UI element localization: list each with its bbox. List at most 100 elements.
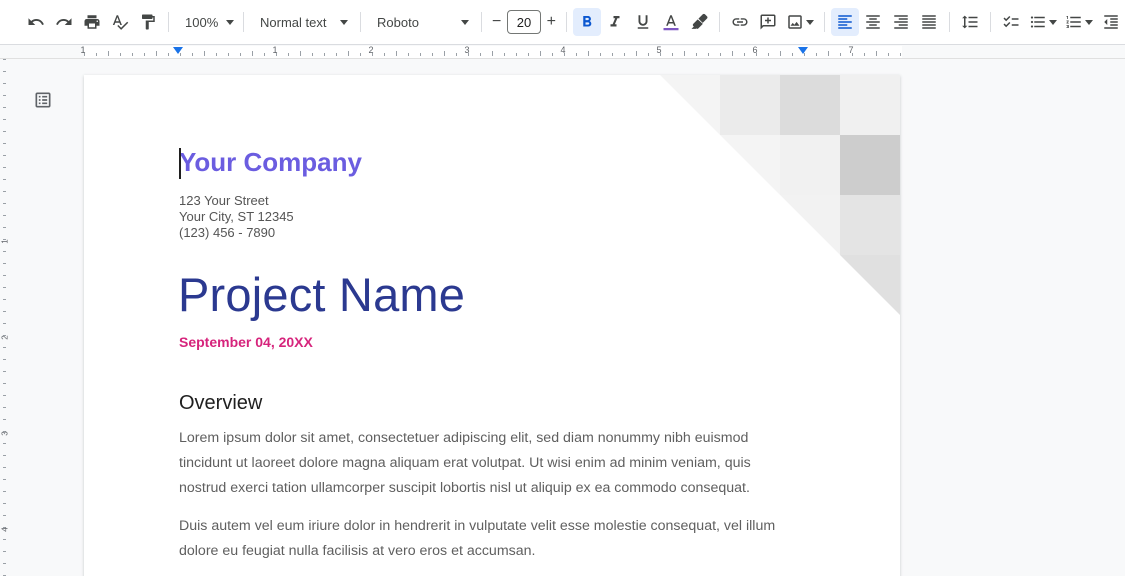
redo-button[interactable] (50, 8, 78, 36)
ruler-tick (96, 53, 97, 56)
document-outline-button[interactable] (30, 87, 56, 113)
justify-button[interactable] (915, 8, 943, 36)
vruler-tick (3, 539, 6, 540)
underline-button[interactable] (629, 8, 657, 36)
image-icon (788, 15, 802, 29)
company-name[interactable]: Your Company (179, 147, 362, 178)
checklist-button[interactable] (997, 8, 1025, 36)
vruler-tick (3, 443, 6, 444)
ruler-tick (492, 51, 493, 56)
insert-image-button[interactable] (782, 8, 818, 36)
vruler-number: 3 (0, 431, 10, 436)
vruler-tick (3, 299, 6, 300)
line-spacing-button[interactable] (956, 8, 984, 36)
toolbar-divider (565, 12, 567, 32)
ruler-tick (612, 53, 613, 56)
align-left-icon (838, 15, 852, 29)
align-left-button[interactable] (830, 8, 859, 36)
vruler-tick (3, 359, 6, 360)
section-heading[interactable]: Overview (179, 392, 262, 415)
paragraph-line[interactable]: dolore eu feugiat nulla facilisis at ver… (179, 539, 819, 564)
address-line[interactable]: (123) 456 - 7890 (179, 225, 275, 241)
spellcheck-button[interactable] (106, 8, 134, 36)
decrease-font-size-button[interactable]: − (488, 10, 505, 34)
ruler-tick (384, 53, 385, 56)
paint-format-button[interactable] (134, 8, 162, 36)
vruler-tick (3, 83, 6, 84)
font-value: Roboto (377, 14, 419, 30)
document-page[interactable]: Your Company 123 Your Street Your City, … (84, 75, 900, 576)
print-icon (84, 15, 100, 29)
ruler-tick (240, 53, 241, 56)
ruler-number: 3 (464, 45, 470, 55)
right-indent-marker[interactable] (798, 47, 808, 54)
vruler-tick (3, 95, 6, 96)
vruler-tick (3, 491, 6, 492)
add-comment-button[interactable] (754, 8, 782, 36)
increase-font-size-button[interactable]: + (543, 10, 560, 34)
highlight-button[interactable] (685, 8, 713, 36)
indent-decrease-icon (1104, 15, 1118, 29)
vruler-tick (3, 203, 6, 204)
ruler-tick (156, 51, 157, 56)
horizontal-ruler[interactable]: 1 1 2 3 4 5 6 7 (0, 45, 1125, 59)
italic-button[interactable] (601, 8, 629, 36)
ruler-tick (504, 53, 505, 56)
vruler-tick (3, 551, 6, 552)
left-indent-marker[interactable] (173, 47, 183, 54)
ruler-tick (444, 51, 445, 56)
align-center-button[interactable] (859, 8, 887, 36)
toolbar-divider (168, 12, 169, 32)
italic-icon (610, 16, 620, 27)
text-color-button[interactable] (657, 8, 685, 36)
bulleted-list-button[interactable] (1025, 8, 1061, 36)
ruler-tick (252, 51, 253, 56)
vertical-ruler[interactable]: 1 2 3 4 (0, 59, 14, 576)
vruler-tick (3, 467, 6, 468)
ruler-tick (552, 53, 553, 56)
ruler-tick (312, 53, 313, 56)
toolbar-divider (989, 12, 991, 32)
align-right-button[interactable] (887, 8, 915, 36)
ruler-number: 6 (752, 45, 758, 55)
paragraph-line[interactable]: Duis autem vel eum iriure dolor in hendr… (179, 514, 819, 539)
font-size-input[interactable]: 20 (507, 10, 541, 34)
ruler-tick (672, 53, 673, 56)
ruler-tick (108, 51, 109, 56)
vruler-tick (3, 215, 6, 216)
vruler-number: 2 (0, 335, 10, 340)
ruler-tick (192, 53, 193, 56)
undo-button[interactable] (22, 8, 50, 36)
vruler-tick (3, 395, 6, 396)
vruler-tick (3, 227, 6, 228)
ruler-tick (588, 51, 589, 56)
chevron-down-icon (1048, 19, 1057, 25)
project-title[interactable]: Project Name (178, 267, 465, 322)
comment-plus-icon (760, 14, 776, 30)
vruler-tick (3, 155, 6, 156)
ruler-number: 1 (80, 45, 86, 55)
toolbar-divider (718, 12, 720, 32)
print-button[interactable] (78, 8, 106, 36)
insert-link-button[interactable] (726, 8, 754, 36)
highlighter-icon (691, 13, 708, 29)
style-select[interactable]: Normal text (250, 8, 354, 36)
numbered-list-button[interactable] (1061, 8, 1097, 36)
document-outline-icon (35, 92, 51, 108)
vruler-tick (3, 251, 6, 252)
ruler-tick (336, 53, 337, 56)
font-select[interactable]: Roboto (367, 8, 475, 36)
ruler-number: 1 (272, 45, 278, 55)
zoom-select[interactable]: 100% (175, 8, 237, 36)
ruler-tick (408, 53, 409, 56)
address-line[interactable]: 123 Your Street (179, 193, 269, 209)
paragraph-line[interactable]: Lorem ipsum dolor sit amet, consectetuer… (179, 426, 819, 451)
decrease-indent-button[interactable] (1097, 8, 1125, 36)
chevron-down-icon (226, 19, 235, 25)
project-date[interactable]: September 04, 20XX (179, 334, 313, 350)
vruler-tick (3, 143, 6, 144)
paragraph-line[interactable]: nostrud exerci tation ullamcorper suscip… (179, 476, 819, 501)
bold-button[interactable] (572, 8, 601, 36)
address-line[interactable]: Your City, ST 12345 (179, 209, 294, 225)
paragraph-line[interactable]: tincidunt ut laoreet dolore magna aliqua… (179, 451, 819, 476)
